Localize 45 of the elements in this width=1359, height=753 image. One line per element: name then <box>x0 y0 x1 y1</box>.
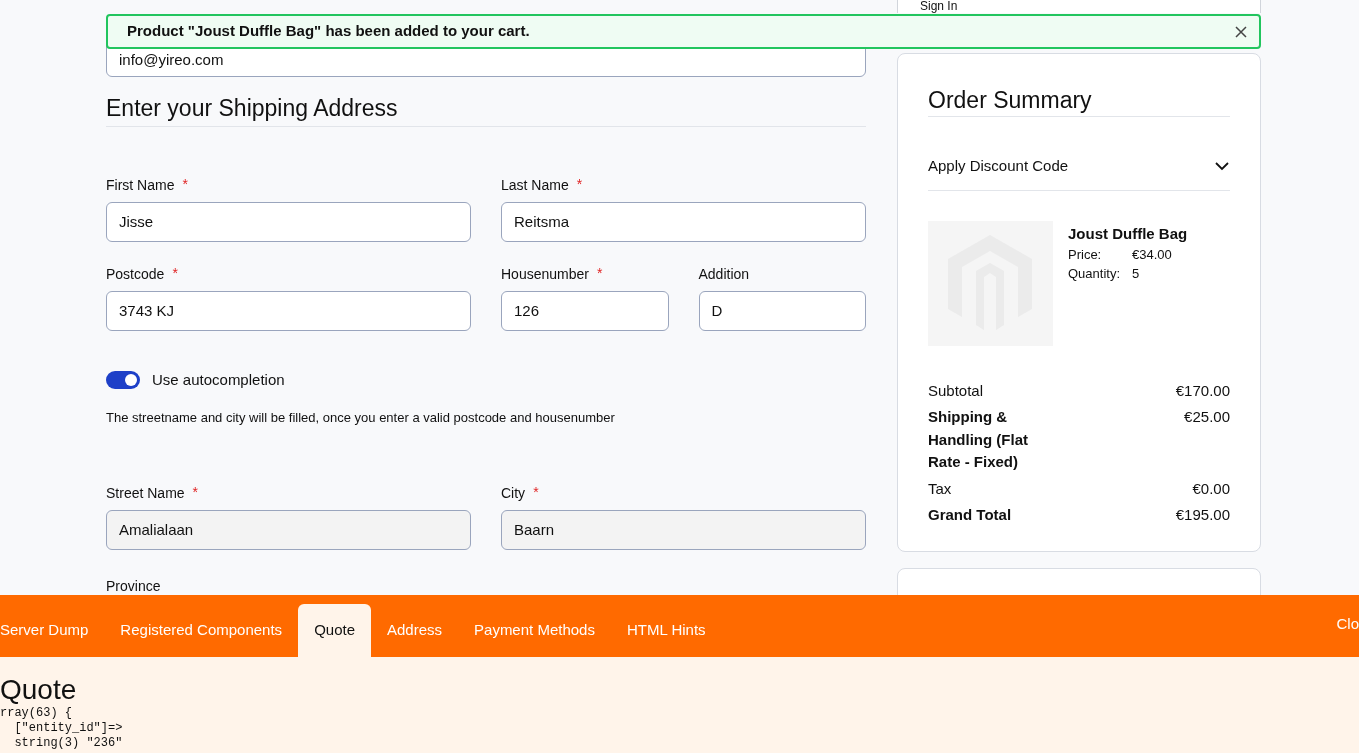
input-field: Baarn <box>501 510 866 550</box>
required-mark: * <box>596 266 603 280</box>
code-dump: rray(63) { ["entity_id"]=> string(3) "236" <box>0 706 123 751</box>
field-label: Province <box>106 578 161 594</box>
input-field[interactable]: Reitsma <box>501 202 866 242</box>
required-mark: * <box>172 266 178 280</box>
input-field[interactable]: 126 <box>501 291 669 331</box>
field-label: Housenumber <box>501 266 589 283</box>
required-mark: * <box>192 485 199 499</box>
discount-toggle[interactable]: Apply Discount Code <box>928 155 1230 191</box>
required-mark: * <box>182 177 188 191</box>
required-mark: * <box>533 485 539 499</box>
panel-heading: Quote <box>0 674 77 706</box>
field-label: City <box>501 485 526 502</box>
input-field[interactable]: Jisse <box>106 202 471 242</box>
toggle-label: Use autocompletion <box>152 370 285 390</box>
field-label: Last Name <box>501 177 569 194</box>
total-value: €25.00 <box>1184 407 1230 427</box>
input-field[interactable]: D <box>698 291 866 331</box>
required-mark: * <box>576 177 583 191</box>
price-label: Price: <box>1068 245 1103 264</box>
total-label: Tax <box>928 478 953 499</box>
close-icon[interactable] <box>1233 23 1249 40</box>
help-text: The streetname and city will be filled, once you enter a valid postcode and housenumber <box>106 408 615 427</box>
quantity-value: 5 <box>1132 264 1140 283</box>
total-value: €0.00 <box>1192 478 1230 499</box>
card-title: Order Summary <box>928 86 1230 117</box>
panel-tab[interactable]: Quote <box>298 604 371 657</box>
quantity-label: Quantity: <box>1068 264 1122 283</box>
total-label: Grand Total <box>928 505 1013 525</box>
product-name: Joust Duffle Bag <box>1068 223 1188 244</box>
field-label: Addition <box>698 266 750 283</box>
input-field: Amalialaan <box>106 510 471 550</box>
total-label: Shipping & Handling (Flat Rate - Fixed) <box>928 407 1029 472</box>
field-label: Postcode <box>106 266 165 283</box>
autocomplete-toggle[interactable] <box>106 371 140 390</box>
total-value: €195.00 <box>1175 505 1230 525</box>
field-label: First Name <box>106 177 175 194</box>
total-label: Subtotal <box>928 380 985 401</box>
price-value: €34.00 <box>1132 245 1172 264</box>
section-heading: Enter your Shipping Address <box>106 94 398 123</box>
field-label: Street Name <box>106 485 185 502</box>
total-value: €170.00 <box>1175 380 1230 401</box>
input-field[interactable]: 3743 KJ <box>106 291 471 331</box>
sign-in-link[interactable]: Sign In <box>920 0 958 12</box>
